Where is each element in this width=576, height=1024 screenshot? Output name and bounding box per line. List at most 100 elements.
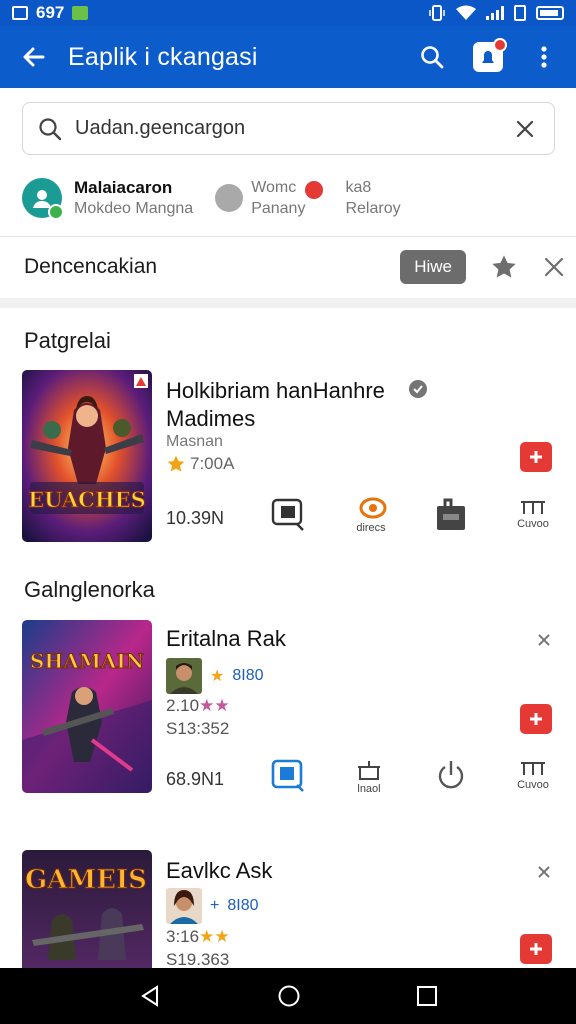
account-item-secondary[interactable]: Womc Panany <box>215 177 326 219</box>
app-notification-icon <box>72 6 89 20</box>
account-name: ka8 <box>345 179 372 196</box>
search-icon <box>39 117 62 140</box>
cover-title-text: SHAMAIN <box>30 649 144 673</box>
rating-value: 7:00A <box>190 454 235 473</box>
app-bar: Eaplik i ckangasi <box>0 26 576 88</box>
verified-icon <box>409 380 427 398</box>
clear-search-button[interactable] <box>510 114 540 144</box>
avatar <box>22 178 64 220</box>
game-title: Eavlkc Ask <box>166 858 273 883</box>
search-button[interactable] <box>414 39 450 75</box>
plus-icon <box>530 943 542 955</box>
screen-icon <box>271 498 304 531</box>
section-title: Galnglenorka <box>24 577 155 602</box>
signal-icon <box>486 6 504 20</box>
add-button[interactable] <box>520 442 552 472</box>
close-icon <box>538 866 550 878</box>
filter-label: Dencencakian <box>24 255 158 278</box>
tag-plus-icon: + <box>210 897 220 914</box>
nav-back-icon[interactable] <box>138 984 162 1008</box>
nav-home-icon[interactable] <box>277 984 301 1008</box>
dismiss-button[interactable] <box>534 630 554 650</box>
game-tag: 8I80 <box>232 667 264 684</box>
person-icon <box>33 190 51 208</box>
rating-stars-icon: ★★ <box>199 696 230 715</box>
game-title-line1: Holkibriam hanHanhre <box>166 378 385 403</box>
tool-cuvo[interactable]: Cuvoo <box>508 759 558 791</box>
plus-icon <box>530 713 542 725</box>
close-icon[interactable] <box>544 257 564 277</box>
more-options-button[interactable] <box>526 39 562 75</box>
page-title: Eaplik i ckangasi <box>68 42 258 71</box>
game-card[interactable]: GAMEIS Eavlkc Ask + 8I80 3:16★★ S19.363 <box>22 850 562 968</box>
divider <box>0 236 576 237</box>
add-button[interactable] <box>520 934 552 964</box>
tool-screen[interactable] <box>264 498 314 532</box>
game-card[interactable]: SHAMAIN Eritalna Rak ★ 8I80 2.10★★ S13:3… <box>22 620 562 795</box>
account-item-tertiary[interactable]: ka8 Relaroy <box>333 177 400 219</box>
game-price: S19.363 <box>166 950 230 968</box>
tool-label: Cuvoo <box>517 518 549 530</box>
search-placeholder: Uadan.geencargon <box>75 117 246 139</box>
cuvo-icon <box>521 501 545 514</box>
game-size: 68.9N1 <box>166 769 225 789</box>
creator-thumbnail <box>166 888 202 924</box>
tool-power[interactable] <box>426 759 476 791</box>
account-subtitle: Mokdeo Mangna <box>74 200 194 217</box>
tool-label: Cuvoo <box>517 779 549 791</box>
plus-icon <box>530 451 542 463</box>
game-price: S13:352 <box>166 719 230 738</box>
notifications-button[interactable] <box>470 38 507 75</box>
close-icon <box>516 120 534 137</box>
back-button[interactable] <box>14 37 54 77</box>
notification-bell-icon <box>473 38 507 72</box>
game-cover-image: EUACHES <box>22 370 152 542</box>
account-name: Malaiacaron <box>74 178 173 197</box>
account-item-primary[interactable]: Malaiacaron Mokdeo Mangna <box>22 177 194 220</box>
game-size: 10.39N <box>166 508 225 528</box>
tool-screen[interactable] <box>264 759 314 795</box>
dismiss-button[interactable] <box>534 862 554 882</box>
search-field[interactable]: Uadan.geencargon <box>22 102 555 155</box>
rating-stars-icon: ★★ <box>199 927 230 946</box>
star-icon[interactable] <box>490 253 518 281</box>
cover-title-text: EUACHES <box>28 487 146 512</box>
creator-thumbnail <box>166 658 202 694</box>
tool-label: lnaol <box>357 783 381 795</box>
rating-value: 2.10 <box>166 696 200 715</box>
avatar <box>215 184 244 212</box>
game-card[interactable]: EUACHES Holkibriam hanHanhre Madimes Mas… <box>22 370 562 545</box>
game-rating: 2.10★★ <box>166 696 230 716</box>
game-rating: 7:00A <box>166 454 234 474</box>
bucket-icon <box>358 761 380 780</box>
game-meta: + 8I80 <box>166 888 258 924</box>
filter-chip[interactable]: Hiwe <box>400 250 466 284</box>
tool-bucket[interactable]: lnaol <box>344 759 394 795</box>
star-icon <box>167 455 185 472</box>
notification-icon <box>12 6 28 20</box>
add-button[interactable] <box>520 704 552 734</box>
box-icon <box>437 498 465 530</box>
game-rating: 3:16★★ <box>166 927 230 947</box>
game-cover-image: SHAMAIN <box>22 620 152 793</box>
screen: 697 Eaplik i ckangasi Uadan.geencargon M… <box>0 0 576 1024</box>
direct-icon <box>359 497 387 519</box>
more-vert-icon <box>541 46 547 68</box>
notification-badge <box>493 38 507 52</box>
accounts-row: Malaiacaron Mokdeo Mangna Womc Panany ka… <box>22 170 562 226</box>
cover-title-text: GAMEIS <box>25 865 147 895</box>
sim-icon <box>514 5 526 21</box>
tool-cuvo[interactable]: Cuvoo <box>508 498 558 530</box>
search-icon <box>421 46 444 69</box>
nav-recents-icon[interactable] <box>416 985 438 1007</box>
game-developer: Masnan <box>166 433 223 450</box>
status-time: 697 <box>36 3 65 22</box>
close-icon <box>538 634 550 646</box>
section-title: Patgrelai <box>24 328 111 353</box>
tool-direct[interactable]: direcs <box>346 496 396 534</box>
account-name: Womc <box>251 179 297 196</box>
tool-box[interactable] <box>426 498 476 532</box>
game-meta: ★ 8I80 <box>166 658 263 694</box>
account-subtitle: Relaroy <box>345 200 401 217</box>
tool-label: direcs <box>356 522 386 534</box>
